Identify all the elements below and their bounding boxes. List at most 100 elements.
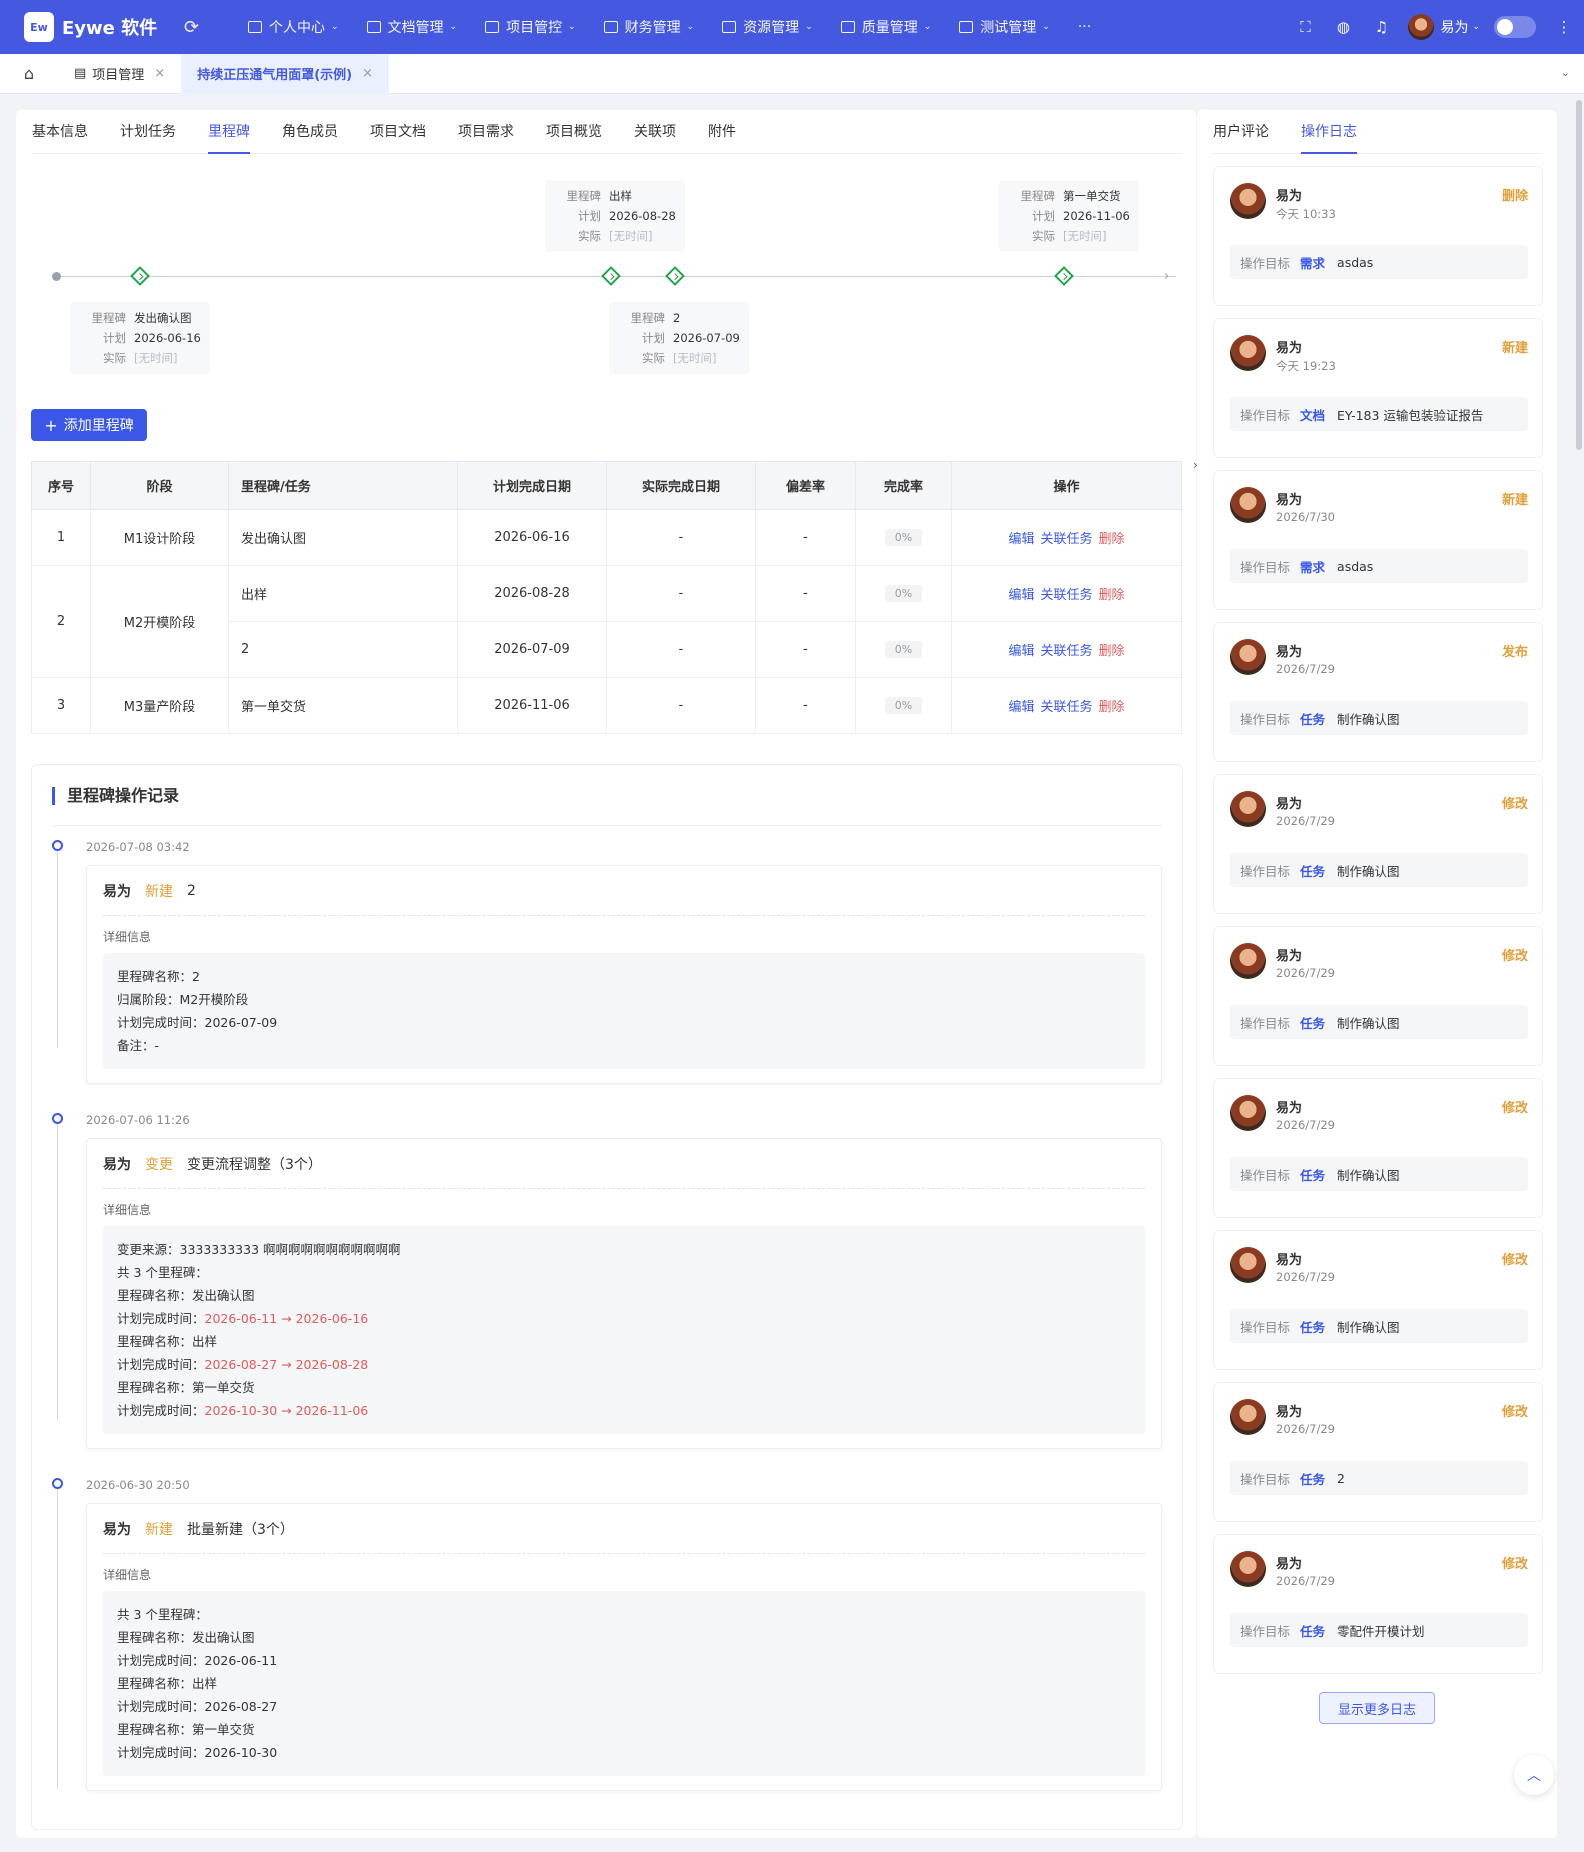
tab-user-comments[interactable]: 用户评论 xyxy=(1213,110,1285,153)
show-more-logs-button[interactable]: 显示更多日志 xyxy=(1319,1692,1435,1724)
edit-link[interactable]: 编辑 xyxy=(1008,532,1034,547)
ms-plan: 2026-08-28 xyxy=(609,209,676,223)
link-task-link[interactable]: 关联任务 xyxy=(1040,700,1092,715)
menu-finance[interactable]: 财务管理 ⌄ xyxy=(590,0,709,54)
log-user: 易为 xyxy=(1276,493,1303,508)
log-target[interactable]: 操作目标 任务 2 xyxy=(1230,1461,1528,1495)
log-action: 修改 xyxy=(1501,1253,1528,1268)
log-item: 易为 2026/7/29 修改 操作目标 任务 2 xyxy=(1213,1382,1543,1522)
more-vertical-icon[interactable]: ⋮ xyxy=(1552,18,1576,36)
menu-quality[interactable]: 质量管理 ⌄ xyxy=(827,0,946,54)
delete-link[interactable]: 删除 xyxy=(1099,644,1125,659)
chevron-down-icon: ⌄ xyxy=(1042,22,1050,32)
tab-operation-log[interactable]: 操作日志 xyxy=(1285,110,1373,154)
target-name: asdas xyxy=(1337,558,1374,574)
tab-plan-tasks[interactable]: 计划任务 xyxy=(104,110,192,153)
target-name: 零配件开模计划 xyxy=(1337,1623,1425,1639)
theme-toggle[interactable] xyxy=(1494,16,1536,38)
close-icon[interactable]: × xyxy=(362,66,373,81)
log-target[interactable]: 操作目标 任务 制作确认图 xyxy=(1230,1157,1528,1191)
bell-icon[interactable]: ♫ xyxy=(1362,18,1400,36)
edit-link[interactable]: 编辑 xyxy=(1008,644,1034,659)
log-target[interactable]: 操作目标 任务 制作确认图 xyxy=(1230,1005,1528,1039)
detail-line: 计划完成时间：2026-10-30 → 2026-11-06 xyxy=(117,1399,1131,1422)
tab-project-detail[interactable]: 持续正压通气用面罩(示例) × xyxy=(181,53,390,94)
milestone-marker[interactable] xyxy=(601,266,621,286)
milestone-marker[interactable] xyxy=(130,266,150,286)
menu-document-management[interactable]: 文档管理 ⌄ xyxy=(353,0,472,54)
target-type: 任务 xyxy=(1300,1167,1326,1183)
target-type: 任务 xyxy=(1300,1471,1326,1487)
log-target[interactable]: 操作目标 需求 asdas xyxy=(1230,245,1528,279)
cell-ops: 编辑 关联任务 删除 xyxy=(951,621,1182,678)
ms-name: 2 xyxy=(673,311,681,325)
log-target[interactable]: 操作目标 文档 EY-183 运输包装验证报告 xyxy=(1230,397,1528,431)
table-row: 3 M3量产阶段 第一单交货 2026-11-06 - - 0% 编辑 关联任务删… xyxy=(31,677,1182,734)
ms-plan: 2026-11-06 xyxy=(1063,209,1130,223)
entry-action: 新建 xyxy=(145,883,173,900)
fullscreen-icon[interactable]: ⛶ xyxy=(1286,18,1324,36)
log-target[interactable]: 操作目标 任务 制作确认图 xyxy=(1230,701,1528,735)
target-type: 任务 xyxy=(1300,1623,1326,1639)
close-icon[interactable]: × xyxy=(154,66,165,81)
ms-actual: [无时间] xyxy=(609,229,653,243)
add-milestone-button[interactable]: + 添加里程碑 xyxy=(31,409,147,441)
edit-link[interactable]: 编辑 xyxy=(1008,588,1034,603)
edit-link[interactable]: 编辑 xyxy=(1008,700,1034,715)
link-task-link[interactable]: 关联任务 xyxy=(1040,532,1092,547)
page-tabs: ⌂ ▤ 项目管理 × 持续正压通气用面罩(示例) × ⌄ xyxy=(0,53,1584,94)
more-menu-icon[interactable]: ··· xyxy=(1064,0,1105,54)
delete-link[interactable]: 删除 xyxy=(1099,532,1125,547)
cell-no: 1 xyxy=(31,509,91,566)
tab-documents[interactable]: 项目文档 xyxy=(354,110,442,153)
globe-icon[interactable]: ◍ xyxy=(1324,18,1362,36)
col-header: 里程碑/任务 xyxy=(228,461,458,510)
date-change: 2026-06-11 → 2026-06-16 xyxy=(204,1311,369,1326)
refresh-icon[interactable]: ⟳ xyxy=(184,17,224,38)
milestone-marker[interactable] xyxy=(1054,266,1074,286)
cell-plan: 2026-07-09 xyxy=(457,621,607,678)
scrollbar[interactable] xyxy=(1576,100,1582,450)
tab-milestones[interactable]: 里程碑 xyxy=(192,110,266,154)
log-target[interactable]: 操作目标 任务 制作确认图 xyxy=(1230,1309,1528,1343)
target-name: 制作确认图 xyxy=(1337,1015,1400,1031)
timeline-dot xyxy=(52,840,63,851)
menu-test[interactable]: 测试管理 ⌄ xyxy=(945,0,1064,54)
tab-members[interactable]: 角色成员 xyxy=(266,110,354,153)
menu-project-control[interactable]: 项目管控 ⌄ xyxy=(471,0,590,54)
home-icon[interactable]: ⌂ xyxy=(0,64,58,83)
back-to-top-button[interactable]: ︿ xyxy=(1514,1755,1554,1795)
cell-deviation: - xyxy=(755,565,856,622)
log-target[interactable]: 操作目标 需求 asdas xyxy=(1230,549,1528,583)
user-menu[interactable]: 易为 ⌄ xyxy=(1408,14,1480,40)
log-time: 2026/7/29 xyxy=(1276,1270,1335,1284)
cell-task: 第一单交货 xyxy=(228,677,458,734)
menu-personal-center[interactable]: 个人中心 ⌄ xyxy=(234,0,353,54)
link-task-link[interactable]: 关联任务 xyxy=(1040,644,1092,659)
log-target[interactable]: 操作目标 任务 零配件开模计划 xyxy=(1230,1613,1528,1647)
log-item: 易为 今天 19:23 新建 操作目标 文档 EY-183 运输包装验证报告 xyxy=(1213,318,1543,458)
delete-link[interactable]: 删除 xyxy=(1099,588,1125,603)
app-logo[interactable]: Ew Eywe 软件 xyxy=(24,12,182,42)
detail-key: 计划完成时间： xyxy=(117,1311,205,1326)
menu-resource[interactable]: 资源管理 ⌄ xyxy=(708,0,827,54)
detail-label: 详细信息 xyxy=(103,1568,152,1582)
delete-link[interactable]: 删除 xyxy=(1099,700,1125,715)
log-target[interactable]: 操作目标 任务 制作确认图 xyxy=(1230,853,1528,887)
tab-basic-info[interactable]: 基本信息 xyxy=(32,110,104,153)
log-user: 易为 xyxy=(1276,949,1303,964)
tab-project-management[interactable]: ▤ 项目管理 × xyxy=(58,54,181,94)
entry-user: 易为 xyxy=(103,883,131,900)
tab-related[interactable]: 关联项 xyxy=(618,110,692,153)
avatar xyxy=(1230,1247,1266,1283)
milestone-marker[interactable] xyxy=(665,266,685,286)
log-time: 2026/7/29 xyxy=(1276,966,1335,980)
target-type: 任务 xyxy=(1300,1319,1326,1335)
tab-attachments[interactable]: 附件 xyxy=(692,110,752,153)
link-task-link[interactable]: 关联任务 xyxy=(1040,588,1092,603)
chevron-down-icon[interactable]: ⌄ xyxy=(1561,66,1570,79)
tab-requirements[interactable]: 项目需求 xyxy=(442,110,530,153)
tab-overview[interactable]: 项目概览 xyxy=(530,110,618,153)
completion-badge: 0% xyxy=(884,585,923,602)
ms-actual: [无时间] xyxy=(134,351,178,365)
